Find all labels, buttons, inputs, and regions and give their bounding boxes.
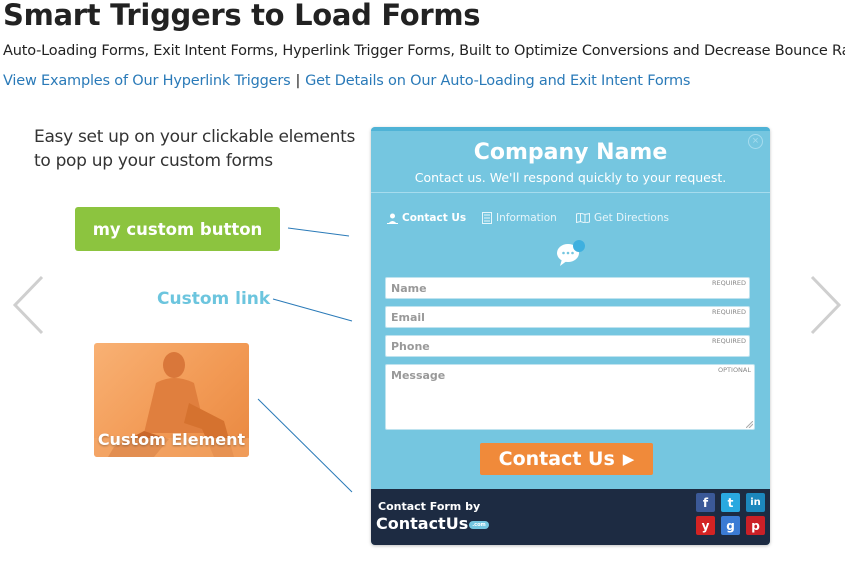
link-separator: |: [295, 73, 301, 89]
google-icon[interactable]: g: [721, 516, 740, 535]
intro-text: Easy set up on your clickable elements t…: [34, 127, 356, 171]
name-placeholder: Name: [391, 282, 427, 295]
play-arrow-icon: ▶: [622, 450, 635, 468]
tab-information[interactable]: Information: [482, 212, 557, 224]
chevron-left-icon[interactable]: [10, 274, 46, 336]
twitter-icon[interactable]: t: [721, 493, 740, 512]
brand-name: ContactUs: [376, 514, 469, 533]
brand-suffix: .com: [469, 520, 489, 529]
chat-bubble-icon: [557, 240, 585, 266]
required-tag: REQUIRED: [711, 308, 746, 316]
message-placeholder: Message: [391, 369, 446, 382]
tab-contact-us-label: Contact Us: [402, 212, 467, 224]
phone-placeholder: Phone: [391, 340, 430, 353]
pinterest-icon[interactable]: p: [746, 516, 765, 535]
message-field[interactable]: Message OPTIONAL: [385, 364, 755, 430]
facebook-icon[interactable]: f: [696, 493, 715, 512]
form-footer: Contact Form by ContactUs .com f t in y g…: [371, 489, 770, 545]
required-tag: REQUIRED: [711, 279, 746, 287]
map-icon: [576, 213, 590, 223]
linkedin-icon[interactable]: in: [746, 493, 765, 512]
tab-get-directions[interactable]: Get Directions: [576, 212, 669, 224]
form-divider: [371, 192, 770, 193]
custom-link[interactable]: Custom link: [157, 289, 270, 309]
form-tagline: Contact us. We'll respond quickly to you…: [414, 170, 727, 185]
contact-us-submit-button[interactable]: Contact Us ▶: [480, 443, 653, 475]
document-icon: [482, 212, 492, 224]
chevron-right-icon[interactable]: [808, 274, 844, 336]
email-field[interactable]: Email REQUIRED: [385, 306, 750, 328]
required-tag: REQUIRED: [711, 337, 746, 345]
header-links: View Examples of Our Hyperlink Triggers |…: [3, 73, 690, 89]
phone-field[interactable]: Phone REQUIRED: [385, 335, 750, 357]
footer-by-text: Contact Form by: [378, 500, 481, 513]
tab-contact-us[interactable]: Contact Us: [387, 212, 466, 224]
form-top-bar: [371, 127, 770, 131]
custom-element-label: Custom Element: [97, 430, 246, 449]
tab-information-label: Information: [496, 212, 557, 224]
email-placeholder: Email: [391, 311, 425, 324]
custom-button[interactable]: my custom button: [75, 207, 280, 251]
optional-tag: OPTIONAL: [718, 366, 751, 374]
page-title: Smart Triggers to Load Forms: [3, 0, 481, 32]
tab-get-directions-label: Get Directions: [594, 212, 669, 224]
auto-loading-details-link[interactable]: Get Details on Our Auto-Loading and Exit…: [305, 73, 690, 89]
person-icon: [387, 213, 398, 224]
hyperlink-triggers-link[interactable]: View Examples of Our Hyperlink Triggers: [3, 73, 291, 89]
name-field[interactable]: Name REQUIRED: [385, 277, 750, 299]
resize-handle-icon[interactable]: [746, 421, 753, 428]
submit-label: Contact Us: [498, 448, 615, 470]
contact-form-popup: × Company Name Contact us. We'll respond…: [371, 127, 770, 545]
page-subtitle: Auto-Loading Forms, Exit Intent Forms, H…: [3, 43, 845, 59]
yelp-icon[interactable]: y: [696, 516, 715, 535]
company-name: Company Name: [473, 140, 668, 165]
contactus-logo[interactable]: ContactUs .com: [376, 514, 489, 533]
custom-element-image[interactable]: Custom Element: [94, 343, 249, 457]
